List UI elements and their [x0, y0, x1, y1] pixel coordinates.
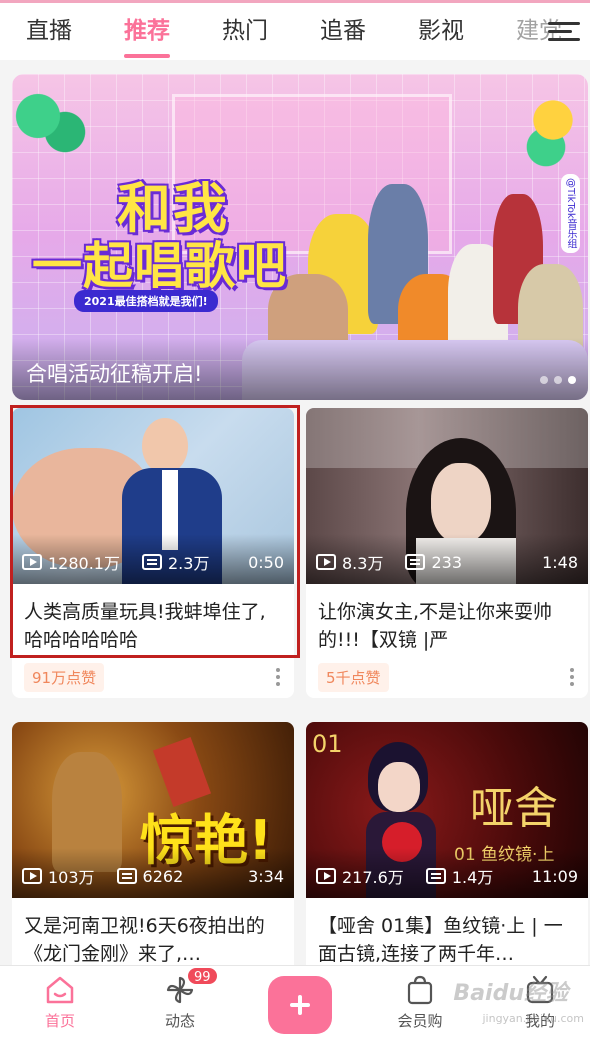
- video-stats: 1280.1万 2.3万 0:50: [22, 550, 284, 574]
- video-duration: 11:09: [531, 866, 578, 886]
- video-duration: 0:50: [248, 552, 284, 572]
- view-count: 8.3万: [342, 554, 384, 573]
- page-dot-active: [568, 376, 576, 384]
- shopping-bag-icon: [404, 974, 436, 1006]
- video-title: 又是河南卫视!6天6夜拍出的《龙门金刚》来了,…: [24, 915, 265, 965]
- nav-shop[interactable]: 会员购: [375, 974, 465, 1031]
- like-tag: 5千点赞: [318, 662, 389, 692]
- nav-dynamic-label: 动态: [164, 1012, 195, 1030]
- video-card[interactable]: 1280.1万 2.3万 0:50 人类高质量玩具!我蚌埠住了,哈哈哈哈哈哈 9…: [12, 408, 294, 698]
- banner-logo: 和我 一起唱歌吧 2021最佳搭档就是我们!: [32, 164, 292, 314]
- watermark-logo: Baidu经验: [453, 981, 568, 1006]
- home-icon: [44, 974, 76, 1006]
- tab-movies[interactable]: 影视: [392, 3, 490, 60]
- video-title: 人类高质量玩具!我蚌埠住了,哈哈哈哈哈哈: [24, 601, 266, 651]
- view-count: 217.6万: [342, 868, 404, 887]
- danmaku-count: 6262: [142, 866, 184, 886]
- video-stats: 217.6万 1.4万 11:09: [316, 864, 578, 888]
- app-screen: 直播 推荐 热门 追番 影视 建党 和我 一起唱歌吧 2021最佳搭档就是我们!…: [0, 0, 590, 1043]
- nav-shop-label: 会员购: [397, 1012, 443, 1030]
- thumbnail-episode-label: 01: [312, 730, 343, 758]
- tab-live[interactable]: 直播: [0, 3, 98, 60]
- video-stats: 103万 6262 3:34: [22, 864, 284, 888]
- video-title: 让你演女主,不是让你来耍帅的!!!【双镜 |严: [318, 601, 553, 651]
- tab-hot[interactable]: 热门: [196, 3, 294, 60]
- palm-decoration-left: [12, 84, 92, 164]
- video-card[interactable]: 01 哑舍 01 鱼纹镜·上 217.6万 1.4万 11:09 【哑舍 01集…: [306, 722, 588, 982]
- top-tab-bar: 直播 推荐 热门 追番 影视 建党: [0, 0, 590, 60]
- danmaku-icon: [405, 554, 426, 570]
- play-count-icon: [22, 554, 42, 570]
- watermark-url: jingyan.baidu.com: [482, 1012, 584, 1025]
- danmaku-icon: [116, 868, 137, 884]
- video-duration: 3:34: [248, 866, 284, 886]
- danmaku-count: 233: [431, 552, 462, 572]
- video-card[interactable]: 惊艳! 103万 6262 3:34 又是河南卫视!6天6夜拍出的《龙门金刚》来…: [12, 722, 294, 982]
- danmaku-count: 2.3万: [168, 554, 210, 573]
- nav-home[interactable]: 首页: [15, 974, 105, 1031]
- nav-home-label: 首页: [44, 1012, 75, 1030]
- banner-caption: 合唱活动征稿开启!: [26, 362, 203, 386]
- card-footer: 91万点赞: [12, 656, 294, 698]
- more-options-icon[interactable]: [570, 668, 574, 689]
- card-footer: 5千点赞: [306, 656, 588, 698]
- video-thumbnail: 惊艳! 103万 6262 3:34: [12, 722, 294, 898]
- thumbnail-overlay-text: 哑舍: [470, 783, 558, 834]
- pinwheel-icon: 99: [164, 966, 219, 1006]
- page-dot: [554, 376, 562, 384]
- more-options-icon[interactable]: [276, 668, 280, 689]
- notification-badge: 99: [186, 966, 219, 986]
- view-count: 103万: [48, 868, 95, 887]
- publish-plus-button[interactable]: [268, 976, 332, 1034]
- promo-banner[interactable]: 和我 一起唱歌吧 2021最佳搭档就是我们! @TikTok音乐组 合唱活动征稿…: [12, 74, 588, 400]
- banner-page-indicator: [540, 376, 576, 384]
- play-count-icon: [316, 868, 336, 884]
- bottom-nav: 首页 99 动态 会员购 我的 Baidu经验 jingyan.baidu.co…: [0, 965, 590, 1043]
- danmaku-icon: [142, 554, 162, 570]
- nav-dynamic[interactable]: 99 动态: [135, 966, 225, 1031]
- view-count: 1280.1万: [48, 554, 120, 573]
- video-thumbnail: 01 哑舍 01 鱼纹镜·上 217.6万 1.4万 11:09: [306, 722, 588, 898]
- tab-recommend[interactable]: 推荐: [98, 3, 196, 60]
- danmaku-count: 1.4万: [451, 868, 494, 887]
- menu-icon[interactable]: [548, 17, 580, 47]
- video-card[interactable]: 8.3万 233 1:48 让你演女主,不是让你来耍帅的!!!【双镜 |严 5千…: [306, 408, 588, 698]
- video-thumbnail: 1280.1万 2.3万 0:50: [12, 408, 294, 584]
- play-count-icon: [316, 554, 336, 570]
- banner-logo-line2: 一起唱歌吧: [32, 237, 287, 295]
- video-stats: 8.3万 233 1:48: [316, 550, 578, 574]
- video-thumbnail: 8.3万 233 1:48: [306, 408, 588, 584]
- banner-logo-subtitle: 2021最佳搭档就是我们!: [74, 290, 218, 312]
- video-duration: 1:48: [542, 552, 578, 572]
- tab-anime[interactable]: 追番: [294, 3, 392, 60]
- like-tag: 91万点赞: [24, 662, 105, 692]
- banner-side-label: @TikTok音乐组: [561, 174, 580, 253]
- play-count-icon: [22, 868, 42, 884]
- page-dot: [540, 376, 548, 384]
- danmaku-icon: [425, 868, 446, 884]
- video-title: 【哑舍 01集】鱼纹镜·上 | 一面古镜,连接了两千年…: [318, 915, 563, 965]
